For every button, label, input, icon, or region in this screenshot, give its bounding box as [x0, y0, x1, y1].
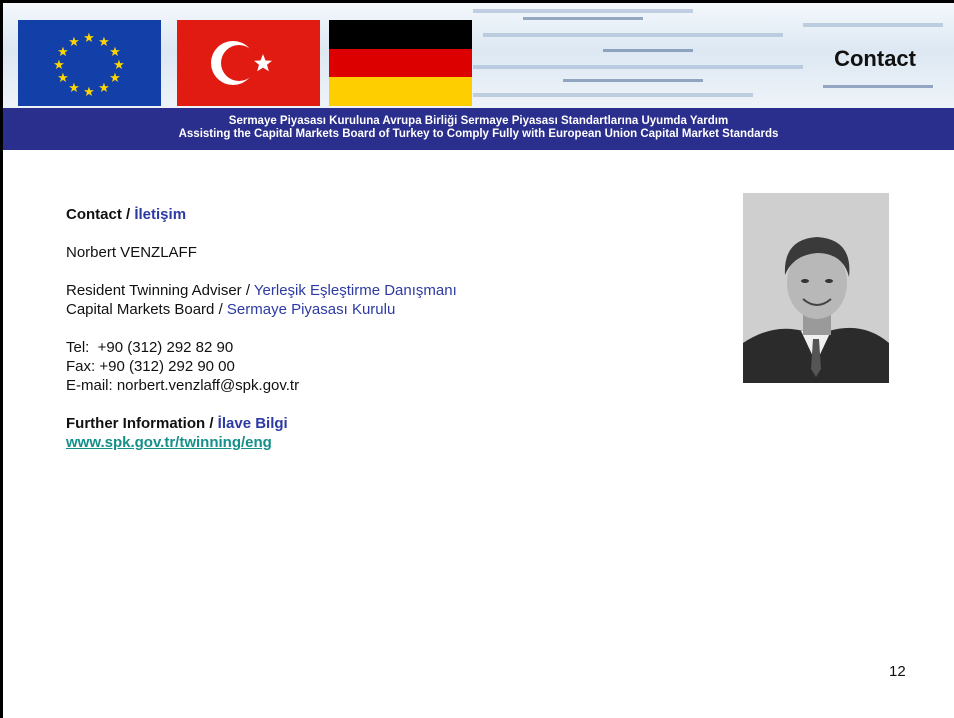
- role-tr: Yerleşik Eşleştirme Danışmanı: [253, 282, 457, 299]
- eu-flag-icon: ★ ★ ★ ★ ★ ★ ★ ★ ★ ★ ★ ★: [18, 20, 161, 106]
- svg-text:★: ★: [57, 71, 69, 86]
- contact-heading-en: Contact /: [66, 206, 131, 223]
- header-banner: ★ ★ ★ ★ ★ ★ ★ ★ ★ ★ ★ ★ Contact: [3, 3, 954, 108]
- svg-text:★: ★: [57, 45, 69, 60]
- telephone: Tel: +90 (312) 292 82 90: [66, 339, 234, 356]
- role-en: Resident Twinning Adviser /: [66, 282, 250, 299]
- role-line: Resident Twinning Adviser / Yerleşik Eşl…: [66, 281, 457, 300]
- page-number: 12: [889, 663, 906, 680]
- org-en: Capital Markets Board /: [66, 301, 223, 318]
- svg-text:★: ★: [83, 85, 95, 100]
- subtitle-bar: Sermaye Piyasası Kuruluna Avrupa Birliği…: [3, 108, 954, 150]
- contact-name: Norbert VENZLAFF: [66, 244, 197, 261]
- fax: Fax: +90 (312) 292 90 00: [66, 358, 235, 375]
- svg-text:★: ★: [98, 81, 110, 96]
- slide-border-top: [0, 0, 954, 3]
- svg-text:★: ★: [68, 35, 80, 50]
- contact-content: Contact / İletişim Norbert VENZLAFF Resi…: [66, 205, 457, 452]
- email: E-mail: norbert.venzlaff@spk.gov.tr: [66, 377, 300, 394]
- svg-text:★: ★: [83, 31, 95, 46]
- subtitle-turkish: Sermaye Piyasası Kuruluna Avrupa Birliği…: [228, 115, 729, 127]
- website-link[interactable]: www.spk.gov.tr/twinning/eng: [66, 434, 272, 451]
- svg-text:★: ★: [53, 58, 65, 73]
- page-title: Contact: [834, 46, 916, 71]
- portrait-photo: [743, 193, 889, 383]
- slide-border-left: [0, 0, 3, 718]
- org-tr: Sermaye Piyasası Kurulu: [226, 301, 396, 318]
- germany-flag-icon: [329, 20, 472, 107]
- svg-text:★: ★: [68, 81, 80, 96]
- subtitle-english: Assisting the Capital Markets Board of T…: [178, 128, 779, 140]
- svg-text:★: ★: [109, 71, 121, 86]
- turkey-flag-icon: [177, 20, 320, 106]
- org-line: Capital Markets Board / Sermaye Piyasası…: [66, 300, 457, 319]
- contact-heading: Contact / İletişim: [66, 205, 457, 224]
- contact-heading-tr: İletişim: [134, 206, 187, 223]
- further-info-heading: Further Information / İlave Bilgi: [66, 414, 457, 433]
- further-info-tr: İlave Bilgi: [217, 415, 288, 432]
- svg-text:★: ★: [98, 35, 110, 50]
- slide: ★ ★ ★ ★ ★ ★ ★ ★ ★ ★ ★ ★ Contact Sermaye …: [0, 0, 954, 718]
- further-info-en: Further Information /: [66, 415, 214, 432]
